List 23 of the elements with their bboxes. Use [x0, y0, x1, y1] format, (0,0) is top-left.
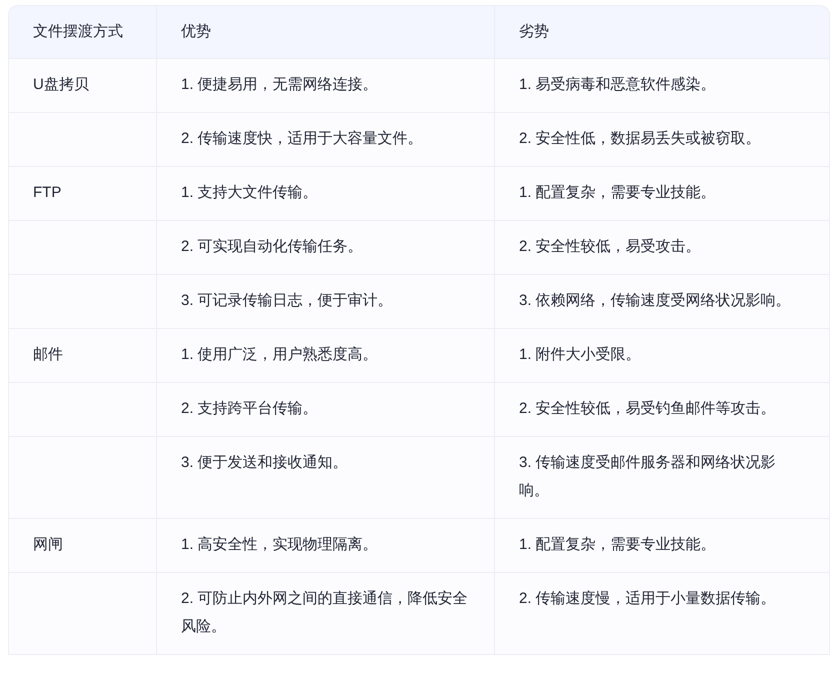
table-cell: 2. 安全性较低，易受钓鱼邮件等攻击。 [494, 383, 829, 437]
table-cell: 1. 高安全性，实现物理隔离。 [156, 519, 494, 573]
table-cell: 3. 可记录传输日志，便于审计。 [156, 275, 494, 329]
column-header: 文件摆渡方式 [9, 6, 156, 59]
table-cell: 1. 配置复杂，需要专业技能。 [494, 519, 829, 573]
table-cell: 1. 支持大文件传输。 [156, 167, 494, 221]
table-cell: 2. 传输速度慢，适用于小量数据传输。 [494, 573, 829, 655]
table-cell: 2. 传输速度快，适用于大容量文件。 [156, 113, 494, 167]
table-cell: 1. 便捷易用，无需网络连接。 [156, 59, 494, 113]
table-cell: 1. 附件大小受限。 [494, 329, 829, 383]
table-cell: 2. 可实现自动化传输任务。 [156, 221, 494, 275]
table-cell: 1. 易受病毒和恶意软件感染。 [494, 59, 829, 113]
column-header: 优势 [156, 6, 494, 59]
table-cell: 3. 依赖网络，传输速度受网络状况影响。 [494, 275, 829, 329]
table-cell: 2. 安全性较低，易受攻击。 [494, 221, 829, 275]
table-cell: 3. 便于发送和接收通知。 [156, 437, 494, 519]
table-cell: 1. 使用广泛，用户熟悉度高。 [156, 329, 494, 383]
table-cell: 2. 支持跨平台传输。 [156, 383, 494, 437]
table-cell: 2. 安全性低，数据易丢失或被窃取。 [494, 113, 829, 167]
column-header: 劣势 [494, 6, 829, 59]
table-cell: 3. 传输速度受邮件服务器和网络状况影响。 [494, 437, 829, 519]
table-cell: 1. 配置复杂，需要专业技能。 [494, 167, 829, 221]
table-cell: 2. 可防止内外网之间的直接通信，降低安全风险。 [156, 573, 494, 655]
